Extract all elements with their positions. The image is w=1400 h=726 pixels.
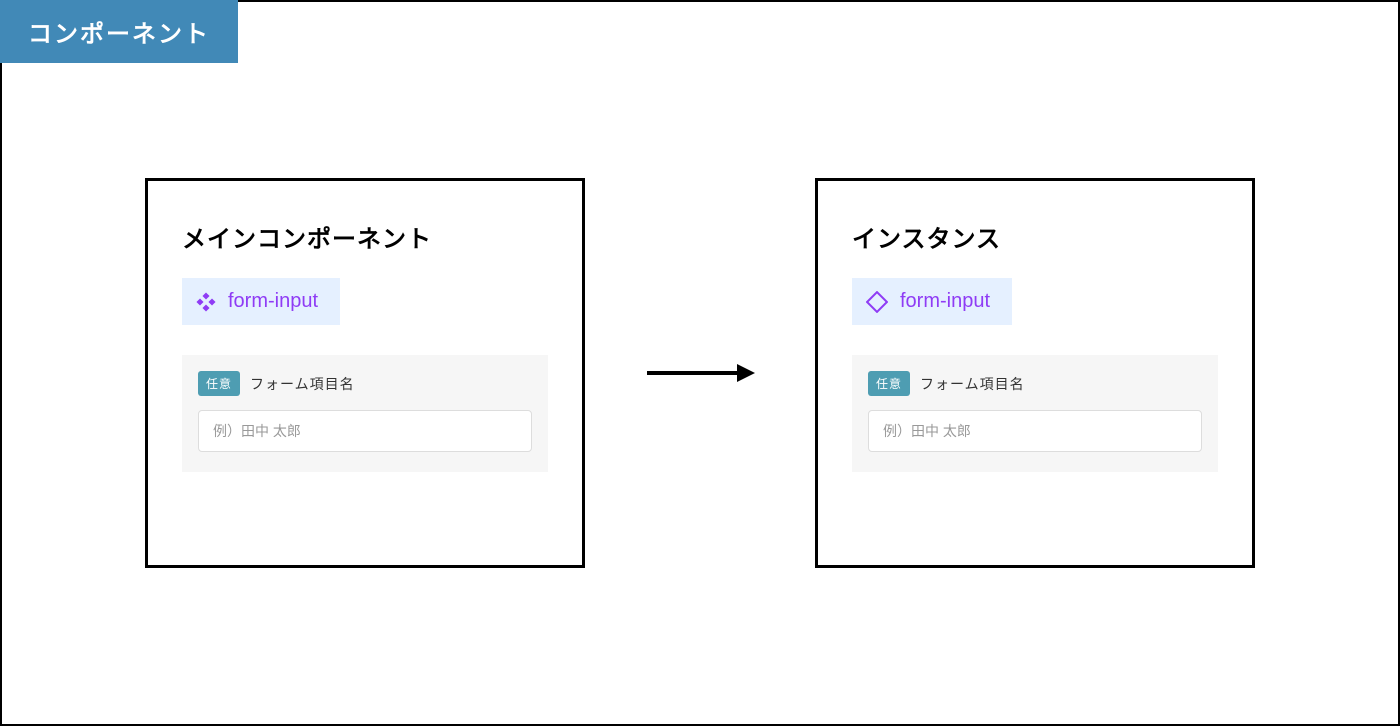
- form-header-instance: 任意 フォーム項目名: [868, 371, 1202, 396]
- instance-title: インスタンス: [852, 219, 1218, 254]
- main-component-panel: メインコンポーネント form-input 任意 フォーム項目名: [145, 178, 585, 568]
- header-tag: コンポーネント: [0, 0, 238, 63]
- arrow-right-icon: [645, 358, 755, 388]
- form-header-main: 任意 フォーム項目名: [198, 371, 532, 396]
- component-main-icon: [196, 292, 216, 312]
- optional-badge: 任意: [198, 371, 240, 396]
- form-input-main[interactable]: [198, 410, 532, 452]
- form-input-instance[interactable]: [868, 410, 1202, 452]
- instance-chip: form-input: [852, 278, 1012, 325]
- main-component-title: メインコンポーネント: [182, 219, 548, 254]
- instance-chip-label: form-input: [900, 290, 990, 313]
- form-block-instance: 任意 フォーム項目名: [852, 355, 1218, 472]
- form-block-main: 任意 フォーム項目名: [182, 355, 548, 472]
- optional-badge: 任意: [868, 371, 910, 396]
- form-label-main: フォーム項目名: [250, 374, 355, 394]
- arrow: [645, 358, 755, 388]
- main-component-chip-label: form-input: [228, 290, 318, 313]
- form-label-instance: フォーム項目名: [920, 374, 1025, 394]
- component-instance-icon: [866, 291, 888, 313]
- header-tag-text: コンポーネント: [28, 21, 210, 48]
- main-component-chip: form-input: [182, 278, 340, 325]
- instance-panel: インスタンス form-input 任意 フォーム項目名: [815, 178, 1255, 568]
- diagram-content: メインコンポーネント form-input 任意 フォーム項目名: [2, 2, 1398, 724]
